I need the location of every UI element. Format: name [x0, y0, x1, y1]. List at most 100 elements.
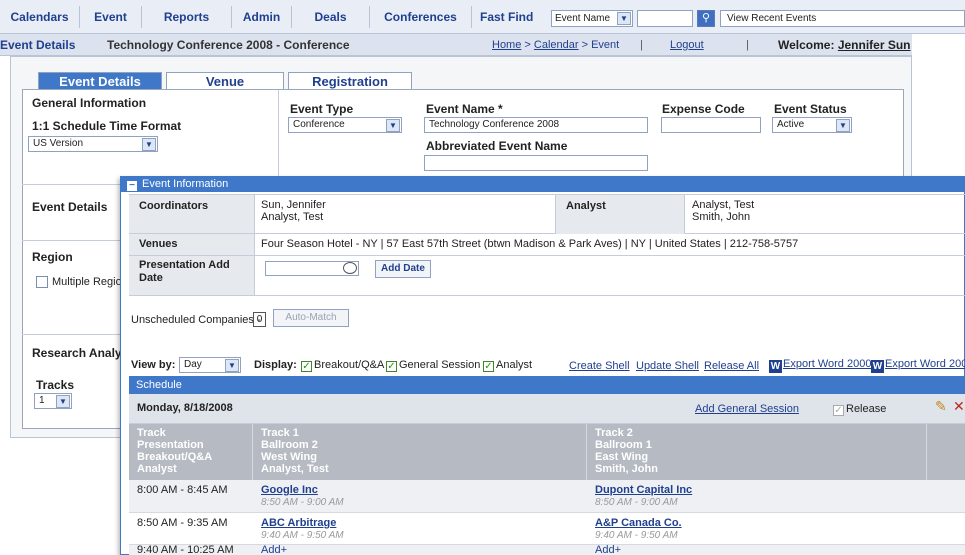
fast-find-type-value: Event Name	[555, 13, 611, 24]
display-option-general-session[interactable]: ✓ General Session	[386, 359, 480, 372]
tracks-label: Tracks	[36, 378, 75, 392]
nav-conferences[interactable]: Conferences	[370, 6, 472, 28]
schedule-format-select[interactable]: US Version ▼	[28, 136, 158, 152]
track-1-header: Track 1 Ballroom 2 West Wing Analyst, Te…	[253, 424, 587, 480]
row-time: 8:50 AM - 9:35 AM	[137, 517, 228, 529]
company-link[interactable]: Google Inc	[261, 484, 318, 496]
divider	[278, 90, 279, 180]
session-time: 8:50 AM - 9:00 AM	[595, 497, 678, 508]
coordinator-name: Sun, Jennifer	[261, 199, 326, 211]
release-toggle[interactable]: ✓ Release	[833, 403, 886, 416]
tab-event-details[interactable]: Event Details	[38, 72, 162, 90]
export-word-2003-link[interactable]: W Export Word 2003	[871, 358, 965, 373]
release-all-link[interactable]: Release All	[704, 360, 759, 372]
display-option-breakout[interactable]: ✓ Breakout/Q&A	[301, 359, 384, 372]
pencil-icon[interactable]: ✎	[935, 398, 947, 415]
analyst-name: Analyst, Test	[692, 199, 755, 211]
company-link[interactable]: ABC Arbitrage	[261, 517, 336, 529]
update-shell-link[interactable]: Update Shell	[636, 360, 699, 372]
separator: |	[746, 39, 749, 51]
add-session-link[interactable]: Add+	[595, 545, 621, 555]
search-icon[interactable]: ⚲	[697, 10, 715, 27]
chevron-down-icon: ▼	[56, 395, 70, 408]
multiple-region-checkbox[interactable]	[36, 276, 48, 288]
track-header-line: Track 1	[261, 427, 299, 439]
logout-link[interactable]: Logout	[670, 39, 704, 51]
track-header-line: Smith, John	[595, 463, 658, 475]
research-analysts-heading: Research Analys	[32, 346, 129, 360]
breadcrumb-home[interactable]: Home	[492, 39, 521, 51]
add-session-link[interactable]: Add+	[261, 545, 287, 555]
coordinator-name: Analyst, Test	[261, 211, 324, 223]
event-status-value: Active	[777, 119, 805, 130]
nav-reports[interactable]: Reports	[142, 6, 232, 28]
company-link[interactable]: A&P Canada Co.	[595, 517, 682, 529]
venues-value: Four Season Hotel - NY | 57 East 57th St…	[261, 238, 799, 250]
company-link[interactable]: Dupont Capital Inc	[595, 484, 692, 496]
grid-header-labels: Track Presentation Breakout/Q&A Analyst	[129, 424, 253, 480]
event-information-dialog: − Event Information Coordinators Sun, Jen…	[120, 176, 965, 555]
view-recent-events-select[interactable]: View Recent Events	[720, 10, 965, 27]
row-time: 8:00 AM - 8:45 AM	[137, 484, 228, 496]
word-icon: W	[769, 360, 782, 373]
event-type-label: Event Type	[290, 102, 354, 116]
checkbox-checked-icon[interactable]: ✓	[301, 361, 312, 372]
grid-header-label: Presentation	[137, 439, 204, 451]
display-option-analyst[interactable]: ✓ Analyst	[483, 359, 532, 372]
nav-event[interactable]: Event	[80, 6, 142, 28]
grid-header-label: Analyst	[137, 463, 177, 475]
export-word-2000-label[interactable]: Export Word 2000	[783, 358, 871, 370]
breadcrumb-current: > Event	[581, 39, 620, 51]
delete-icon[interactable]: ✕	[953, 398, 965, 415]
create-shell-link[interactable]: Create Shell	[569, 360, 630, 372]
event-type-select[interactable]: Conference ▼	[288, 117, 402, 133]
venues-label: Venues	[129, 234, 255, 255]
track-header-line: Track 2	[595, 427, 633, 439]
coordinators-label: Coordinators	[129, 195, 255, 233]
event-type-value: Conference	[293, 119, 345, 130]
breadcrumb-separator: >	[524, 39, 531, 51]
divider	[22, 334, 122, 335]
nav-deals[interactable]: Deals	[292, 6, 370, 28]
region-heading: Region	[32, 250, 73, 264]
checkbox-checked-icon[interactable]: ✓	[483, 361, 494, 372]
event-status-select[interactable]: Active ▼	[772, 117, 852, 133]
checkbox-checked-icon[interactable]: ✓	[386, 361, 397, 372]
fast-find-type-select[interactable]: Event Name ▼	[551, 10, 633, 27]
chevron-down-icon: ▼	[617, 12, 631, 25]
session-time: 9:40 AM - 9:50 AM	[595, 530, 678, 541]
export-word-2000-link[interactable]: W Export Word 2000	[769, 358, 871, 373]
collapse-icon[interactable]: −	[127, 181, 137, 191]
calendar-picker-icon[interactable]	[343, 262, 357, 274]
session-time: 8:50 AM - 9:00 AM	[261, 497, 344, 508]
breadcrumb-calendar[interactable]: Calendar	[534, 39, 579, 51]
schedule-header: Schedule	[129, 376, 965, 394]
export-word-2003-label[interactable]: Export Word 2003	[885, 358, 965, 370]
separator: |	[640, 39, 643, 51]
view-by-select[interactable]: Day ▼	[179, 357, 241, 373]
add-general-session-link[interactable]: Add General Session	[695, 403, 799, 415]
nav-calendars[interactable]: Calendars	[0, 6, 80, 28]
checkbox-checked-icon[interactable]: ✓	[833, 405, 844, 416]
analyst-label: Analyst	[555, 195, 685, 234]
nav-admin[interactable]: Admin	[232, 6, 292, 28]
schedule-format-label: 1:1 Schedule Time Format	[32, 119, 182, 133]
user-link[interactable]: Jennifer Sun	[838, 38, 911, 52]
expense-code-input[interactable]	[661, 117, 761, 133]
event-information-title: Event Information	[142, 178, 229, 190]
display-label: Display:	[254, 359, 297, 371]
event-information-header: − Event Information	[121, 177, 965, 192]
track-header-line: East Wing	[595, 451, 649, 463]
page-title-bar: Event Details Technology Conference 2008…	[0, 34, 912, 56]
event-name-input[interactable]: Technology Conference 2008	[424, 117, 648, 133]
fast-find-input[interactable]	[637, 10, 693, 27]
abbreviated-name-input[interactable]	[424, 155, 648, 171]
add-date-button[interactable]: Add Date	[375, 260, 431, 278]
release-label: Release	[846, 403, 887, 415]
tab-registration[interactable]: Registration	[288, 72, 412, 90]
auto-match-button[interactable]: Auto-Match	[273, 309, 349, 327]
analyst-name: Smith, John	[692, 211, 751, 223]
tab-venue[interactable]: Venue	[166, 72, 284, 90]
schedule-grid-header: Track Presentation Breakout/Q&A Analyst …	[129, 424, 965, 480]
tracks-select[interactable]: 1 ▼	[34, 393, 72, 409]
